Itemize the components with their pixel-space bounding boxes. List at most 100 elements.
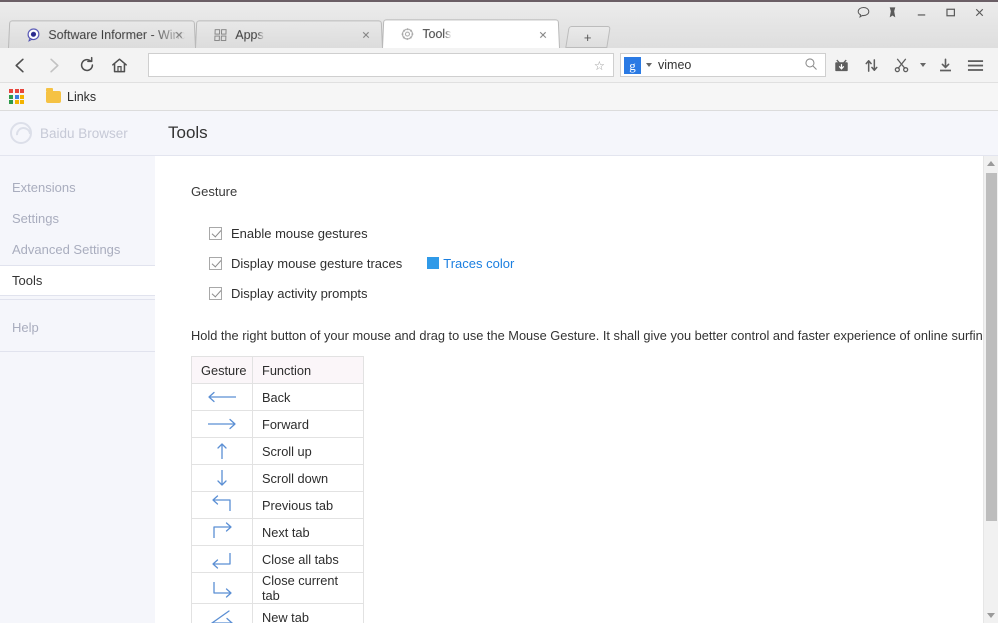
function-label: Previous tab — [252, 491, 364, 519]
chevron-down-icon[interactable] — [646, 63, 652, 67]
gear-favicon — [399, 26, 415, 42]
gesture-arrow-down-icon — [191, 464, 253, 492]
apps-grid-icon[interactable] — [9, 89, 24, 104]
sidebar-item-help[interactable]: Help — [0, 312, 155, 343]
setting-enable-mouse-gestures[interactable]: Enable mouse gestures — [209, 218, 998, 248]
table-header-row: Gesture Function — [191, 356, 364, 384]
sidebar-item-label: Tools — [12, 273, 43, 288]
baidu-logo-icon — [10, 122, 32, 144]
settings-header: Baidu Browser Tools — [0, 111, 998, 156]
close-icon[interactable] — [965, 2, 994, 22]
new-tab-button[interactable]: + — [565, 26, 611, 48]
gesture-down-then-left-icon — [191, 545, 253, 573]
sidebar-group-main: Extensions Settings Advanced Settings To… — [0, 172, 155, 300]
search-icon[interactable] — [804, 57, 821, 74]
checkbox[interactable] — [209, 256, 222, 270]
navigation-toolbar: ☆ g vimeo — [0, 48, 998, 83]
checkbox[interactable] — [209, 286, 222, 300]
vertical-scrollbar[interactable] — [983, 156, 998, 623]
settings-body: Extensions Settings Advanced Settings To… — [0, 156, 998, 623]
feedback-icon[interactable] — [849, 2, 878, 22]
setting-label: Display activity prompts — [231, 285, 368, 301]
sidebar-item-advanced-settings[interactable]: Advanced Settings — [0, 234, 155, 265]
search-input[interactable]: vimeo — [658, 58, 804, 72]
setting-display-activity-prompts[interactable]: Display activity prompts — [209, 278, 998, 308]
window-controls — [849, 2, 994, 22]
reload-icon[interactable] — [70, 50, 103, 80]
sidebar-group-help: Help — [0, 300, 155, 352]
table-row: Close current tab — [191, 572, 364, 604]
bookmark-item-links[interactable]: Links — [40, 87, 102, 106]
grid-cell — [9, 89, 13, 93]
table-row: Previous tab — [191, 491, 364, 519]
function-label: Close all tabs — [252, 545, 364, 573]
function-label: Scroll up — [252, 437, 364, 465]
traces-color-link[interactable]: Traces color — [427, 256, 514, 271]
grid-cell — [14, 94, 19, 99]
gesture-table: Gesture Function Back Forward Scroll up … — [191, 356, 364, 623]
traces-color-label: Traces color — [443, 255, 515, 271]
color-swatch-icon[interactable] — [427, 257, 440, 269]
gesture-up-then-right-icon — [191, 518, 253, 546]
brand: Baidu Browser — [0, 122, 155, 144]
tab-apps[interactable]: Apps × — [195, 20, 383, 48]
section-title-gesture: Gesture — [191, 184, 238, 199]
screenshot-scissors-icon[interactable] — [886, 51, 916, 79]
tab-tools[interactable]: Tools × — [382, 19, 560, 48]
home-icon[interactable] — [103, 50, 136, 80]
award-icon[interactable] — [878, 2, 907, 22]
setting-label: Enable mouse gestures — [231, 225, 368, 241]
function-label: Forward — [252, 410, 364, 438]
sidebar-item-settings[interactable]: Settings — [0, 203, 155, 234]
maximize-icon[interactable] — [936, 2, 965, 22]
apps-favicon — [212, 27, 228, 43]
search-bar[interactable]: g vimeo — [620, 53, 826, 77]
page-title: Tools — [168, 123, 208, 142]
scrollbar-thumb[interactable] — [986, 173, 997, 521]
tab-title: Software Informer - Windo — [48, 27, 185, 42]
setting-display-gesture-traces[interactable]: Display mouse gesture traces Traces colo… — [209, 248, 998, 278]
tab-close-icon[interactable]: × — [358, 27, 373, 43]
scrollbar-track[interactable] — [984, 171, 998, 608]
new-tab-label: + — [584, 29, 592, 45]
browser-window: Software Informer - Windo × Apps × Tools… — [0, 0, 998, 623]
bookmark-star-icon[interactable]: ☆ — [590, 58, 609, 73]
tab-close-icon[interactable]: × — [535, 26, 550, 42]
menu-icon[interactable] — [960, 51, 990, 79]
brand-label: Baidu Browser — [40, 125, 128, 141]
back-icon[interactable] — [4, 50, 37, 80]
setting-label: Display mouse gesture traces — [231, 255, 403, 271]
search-engine-icon[interactable]: g — [624, 56, 641, 74]
tab-title: Apps — [235, 27, 264, 42]
folder-icon — [46, 87, 61, 103]
gesture-description: Hold the right button of your mouse and … — [191, 328, 994, 343]
tab-software-informer[interactable]: Software Informer - Windo × — [8, 20, 196, 48]
sidebar-item-extensions[interactable]: Extensions — [0, 172, 155, 203]
bookmark-label: Links — [67, 89, 97, 104]
sidebar-item-tools[interactable]: Tools — [0, 265, 155, 296]
site-favicon — [25, 27, 41, 43]
table-row: Scroll down — [191, 464, 364, 492]
screenshot-dropdown-icon[interactable] — [916, 51, 930, 79]
bookmarks-bar: Links — [0, 83, 998, 111]
forward-icon[interactable] — [37, 50, 70, 80]
scroll-up-button[interactable] — [984, 156, 998, 171]
tab-close-icon[interactable]: × — [171, 27, 186, 43]
settings-sidebar: Extensions Settings Advanced Settings To… — [0, 156, 155, 623]
video-downloader-icon[interactable] — [826, 51, 856, 79]
table-row: Back — [191, 383, 364, 411]
grid-cell — [20, 94, 24, 99]
gesture-arrow-right-icon — [191, 410, 253, 438]
download-icon[interactable] — [930, 51, 960, 79]
minimize-icon[interactable] — [907, 2, 936, 22]
table-row: Close all tabs — [191, 545, 364, 573]
table-row: New tab — [191, 603, 364, 623]
gesture-down-then-right-icon — [191, 572, 253, 604]
function-label: New tab — [252, 603, 364, 623]
transfer-icon[interactable] — [856, 51, 886, 79]
sidebar-item-label: Extensions — [12, 180, 76, 195]
grid-cell — [20, 100, 24, 104]
checkbox[interactable] — [209, 226, 222, 240]
address-bar[interactable]: ☆ — [148, 53, 614, 77]
scroll-down-button[interactable] — [984, 608, 998, 623]
